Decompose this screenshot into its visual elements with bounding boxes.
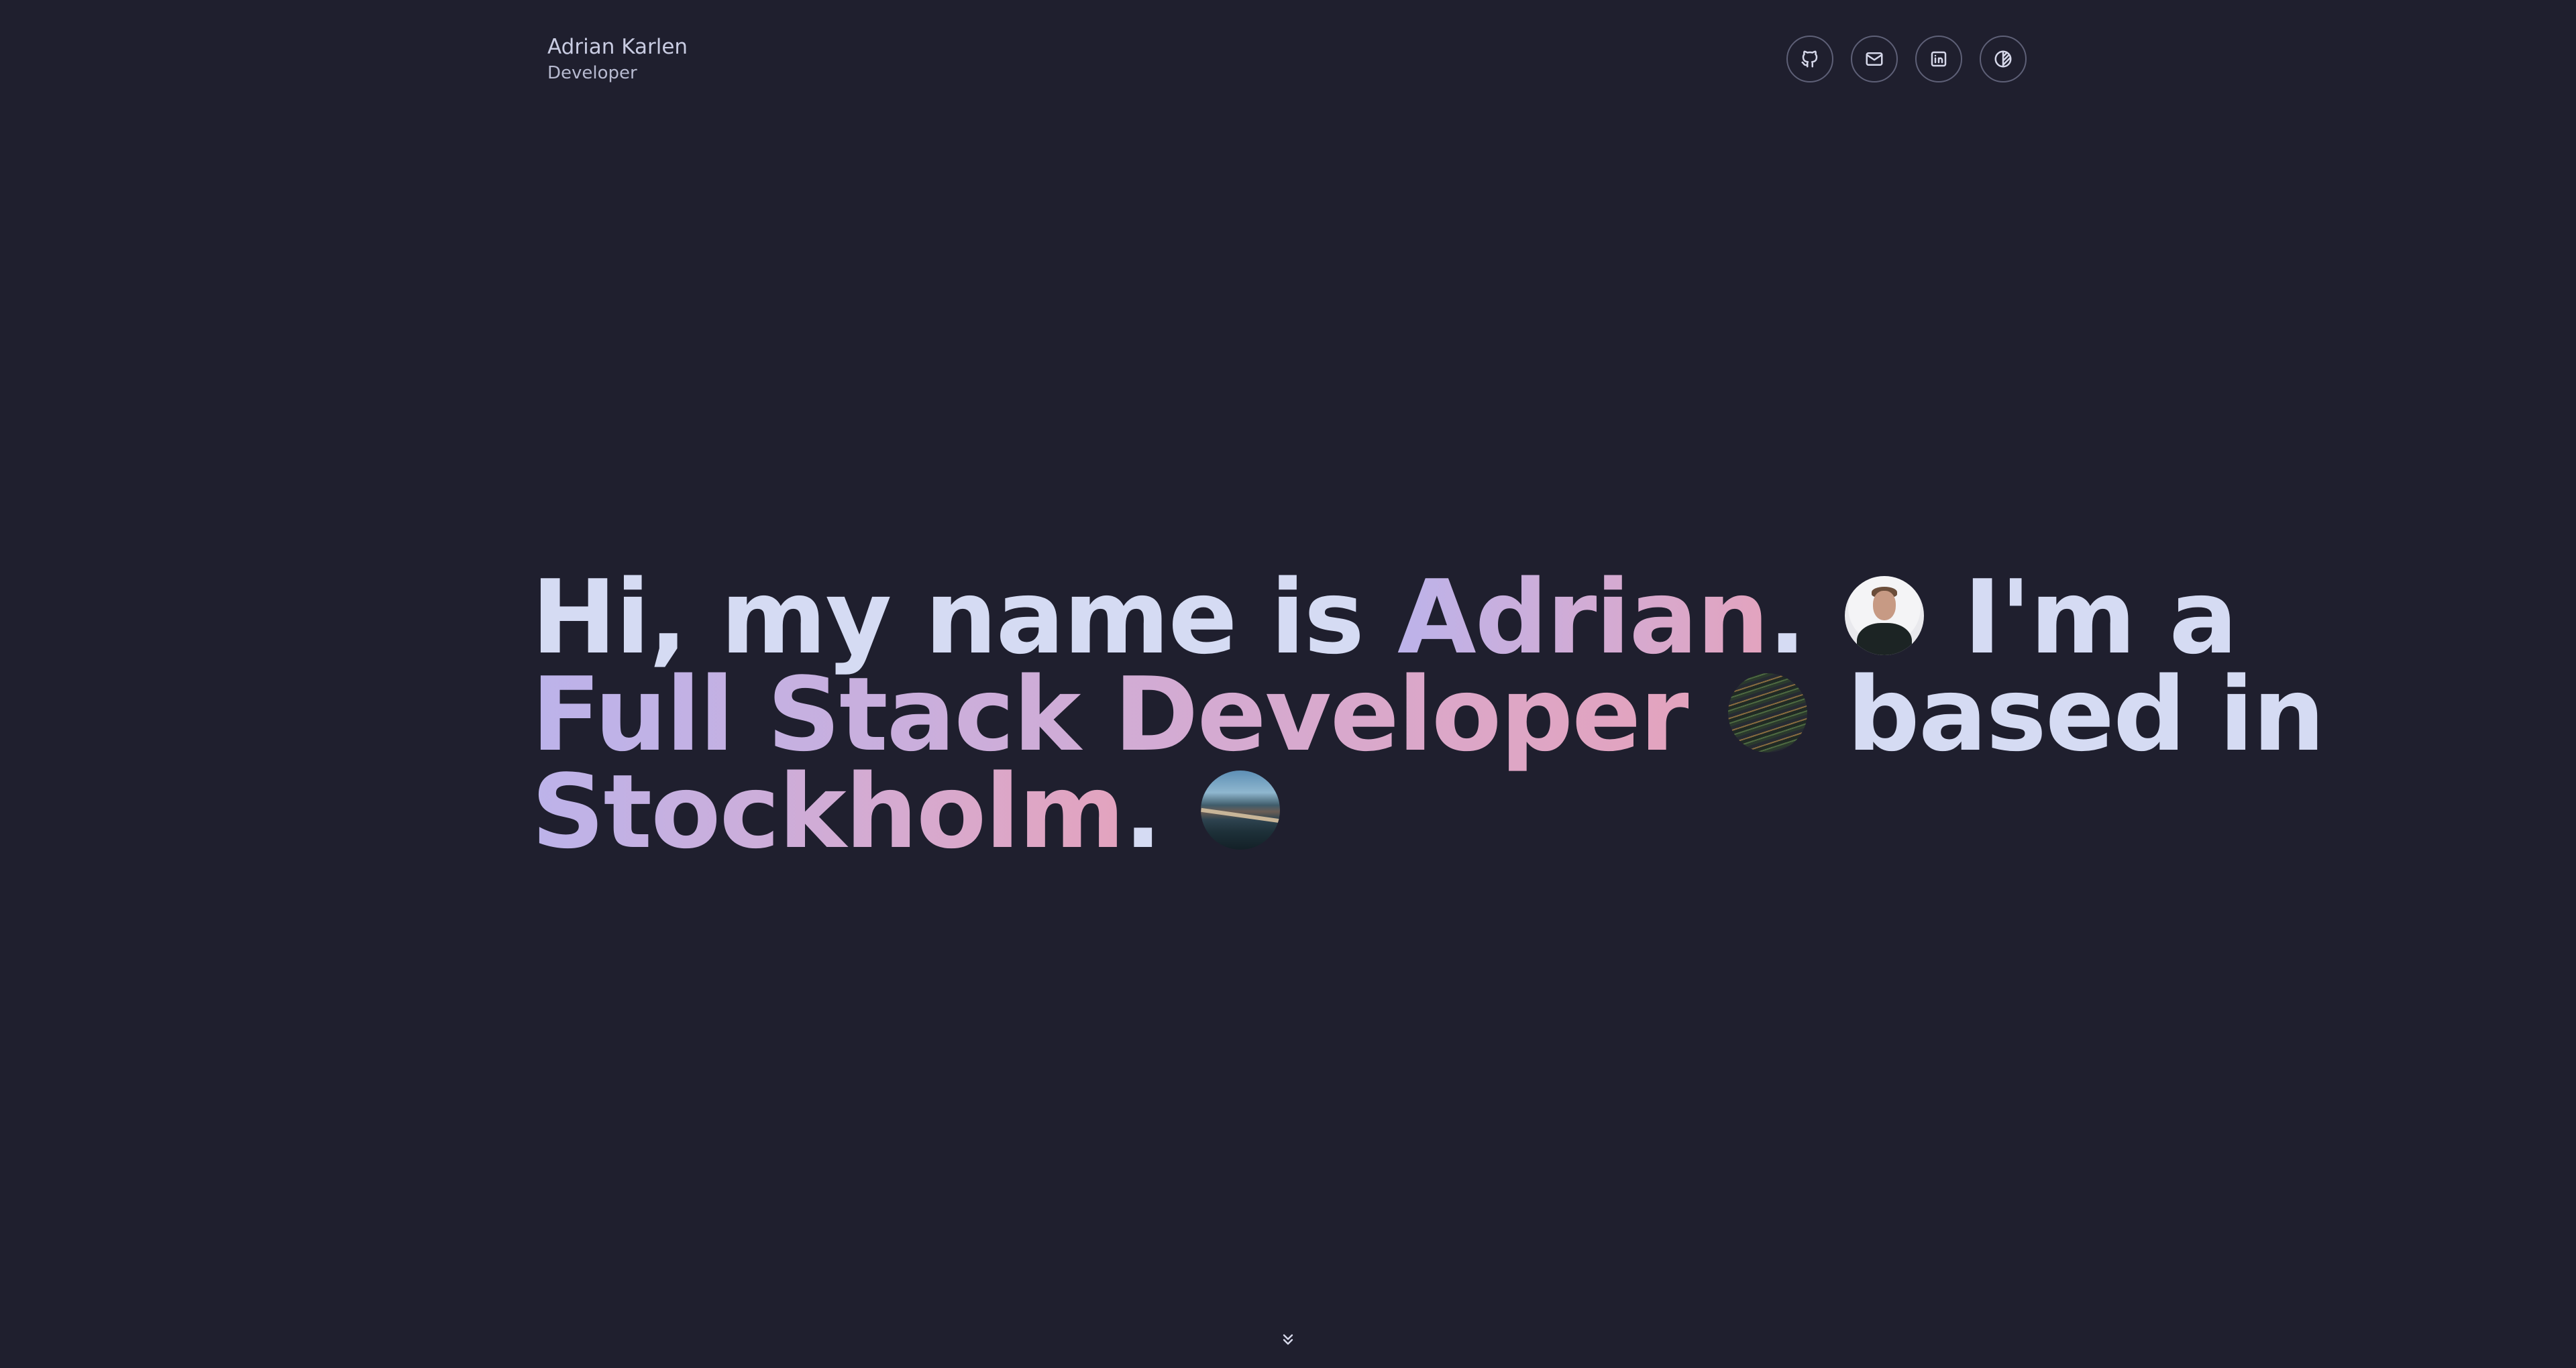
page: Adrian Karlen Developer Hi, my name is A…: [0, 0, 2576, 1368]
scroll-down-button[interactable]: [1280, 1331, 1296, 1347]
hero-period-2: .: [1123, 752, 1163, 871]
theme-toggle-icon: [1994, 50, 2012, 68]
theme-toggle-button[interactable]: [1980, 36, 2027, 82]
hero-line-3: Stockholm.: [531, 761, 2047, 863]
hero-based-in: based in: [1813, 655, 2325, 774]
hero-line-1: Hi, my name is Adrian. I'm a: [531, 567, 2238, 669]
hero-line-2: Full Stack Developer based in: [531, 664, 2325, 766]
brand-name[interactable]: Adrian Karlen: [547, 34, 688, 60]
github-icon: [1801, 50, 1818, 68]
email-link[interactable]: [1851, 36, 1898, 82]
avatar: [1845, 575, 1924, 655]
hero-city: Stockholm: [531, 752, 1125, 871]
brand-role: Developer: [547, 63, 637, 83]
social-links: [1786, 36, 2027, 82]
linkedin-link[interactable]: [1915, 36, 1962, 82]
brand[interactable]: Adrian Karlen Developer: [547, 34, 688, 86]
mail-icon: [1866, 52, 1883, 66]
city-image: [1200, 770, 1280, 850]
hero-heading: Hi, my name is Adrian. I'm a Full Stack …: [531, 567, 2325, 863]
github-link[interactable]: [1786, 36, 1833, 82]
code-image: [1728, 673, 1808, 752]
linkedin-icon: [1931, 51, 1947, 67]
chevrons-down-icon: [1283, 1334, 1293, 1345]
